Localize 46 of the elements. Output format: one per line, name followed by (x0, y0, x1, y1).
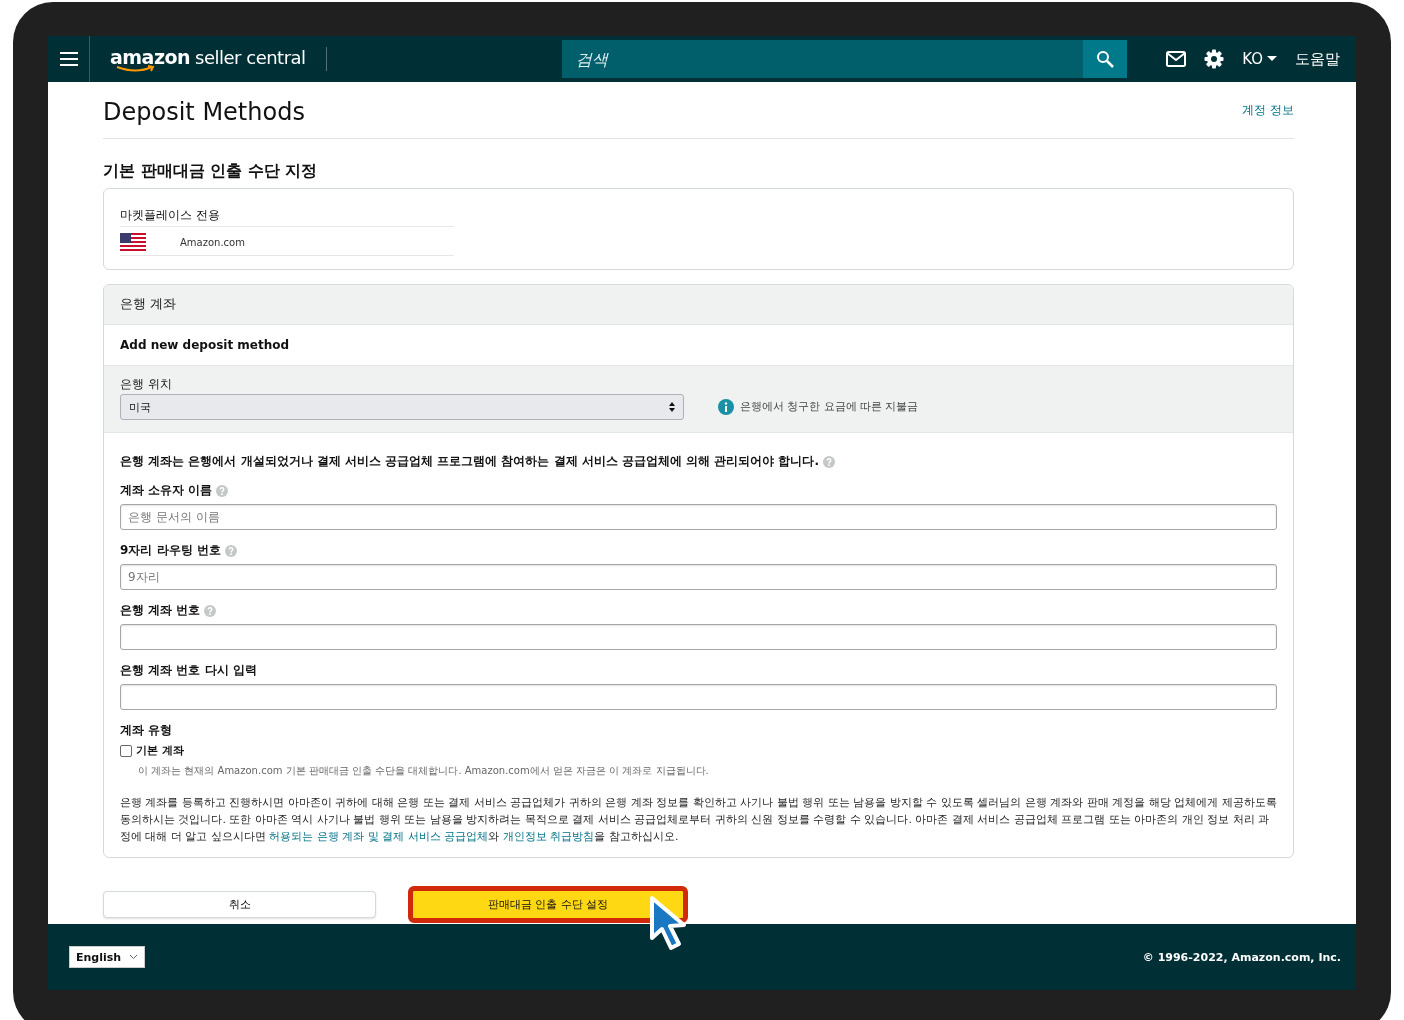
panel-title: 은행 계좌 (104, 285, 1293, 325)
help-icon[interactable] (216, 484, 229, 497)
footer-language-select[interactable]: English (69, 946, 146, 968)
field-label: 은행 위치 (120, 376, 173, 393)
text-field[interactable]: 은행 문서의 이름 (120, 504, 1277, 530)
submit-button[interactable]: 판매대금 인출 수단 설정 (408, 886, 688, 923)
language-selector[interactable]: KO (1242, 50, 1277, 68)
text-field[interactable]: 9자리 (120, 564, 1277, 590)
settings-icon[interactable] (1204, 49, 1225, 69)
field-label: 은행 계좌 번호 (120, 602, 201, 619)
checkbox-label: 기본 계좌 (136, 743, 184, 758)
help-icon[interactable] (204, 604, 217, 617)
text-field[interactable] (120, 684, 1277, 710)
up-down-arrows-icon (669, 402, 675, 412)
field-label: 9자리 라우팅 번호 (120, 542, 221, 559)
help-link[interactable]: 도움말 (1295, 49, 1340, 69)
search-icon (1095, 50, 1114, 68)
help-icon[interactable] (823, 455, 836, 468)
chevron-down-icon (129, 954, 139, 960)
requirement-text: 은행 계좌는 은행에서 개설되었거나 결제 서비스 공급업체 프로그램에 참여하는 결제 서비스 공급업체에 의해 관리되어야 합니다. (120, 453, 820, 470)
copyright-text: © 1996-2022, Amazon.com, Inc. (1142, 950, 1341, 964)
marketplace-name: Amazon.com (180, 236, 245, 248)
mail-icon[interactable] (1166, 51, 1187, 67)
cancel-button[interactable]: 취소 (103, 891, 376, 918)
field-label: 은행 계좌 번호 다시 입력 (120, 662, 257, 679)
bank-location-select[interactable]: 미국 (120, 394, 684, 420)
logo[interactable]: amazon seller central (110, 47, 327, 71)
marketplace-label: 마켓플레이스 전용 (120, 207, 454, 227)
field-label: 계좌 소유자 이름 (120, 482, 213, 499)
account-info-link[interactable]: 계정 정보 (1242, 102, 1294, 119)
caret-icon (1267, 56, 1277, 62)
help-icon[interactable] (224, 544, 237, 557)
field-label: 계좌 유형 (120, 722, 173, 739)
text-field[interactable] (120, 624, 1277, 650)
policy-link[interactable]: 허용되는 은행 계좌 및 결제 서비스 공급업체 (269, 830, 489, 843)
search-button[interactable] (1082, 40, 1127, 78)
consent-paragraph: 은행 계좌를 등록하고 진행하시면 아마존이 귀하에 대해 은행 또는 결제 서비스 공급업체가 귀하의 은행 계좌 정보를 확인하고 사기나 불법 행위 또는 남용을 방지할 수 있도록 셀러님의 은행 계좌와 판매 계정을 해당 업체에게 제공하도록 동의하시는 것입니다. 또한 아마존 역시 사기나 불법 행위 또는 남용을 방지하려는 목적으로 결제 서비스 공급업체로부터 귀하의 신원 정보를 수령할 수 있습니다. 아마존 결제 서비스 공급업체 프로그램 또는 아마존의 개인 정보 처리 과정에 대해 더 알고 싶으시다면 허용되는 은행 계좌 및 결제 서비스 공급업체와 개인정보 취급방침을 참고하십시오. (120, 795, 1277, 845)
search-field[interactable]: 검색 (561, 40, 1083, 78)
checkbox-note: 이 계좌는 현재의 Amazon.com 기본 판매대금 인출 수단을 대체합니다. Amazon.com에서 얻은 자금은 이 계좌로 지급됩니다. (138, 764, 710, 778)
section-heading: 기본 판매대금 인출 수단 지정 (103, 161, 319, 182)
us-flag-icon (120, 233, 146, 251)
policy-link[interactable]: 개인정보 취급방침 (502, 830, 595, 843)
info-icon (718, 399, 734, 415)
page-title: Deposit Methods (103, 98, 305, 126)
fee-note: 은행에서 청구한 요금에 따른 지불금 (740, 400, 919, 414)
checkbox[interactable] (120, 744, 132, 757)
